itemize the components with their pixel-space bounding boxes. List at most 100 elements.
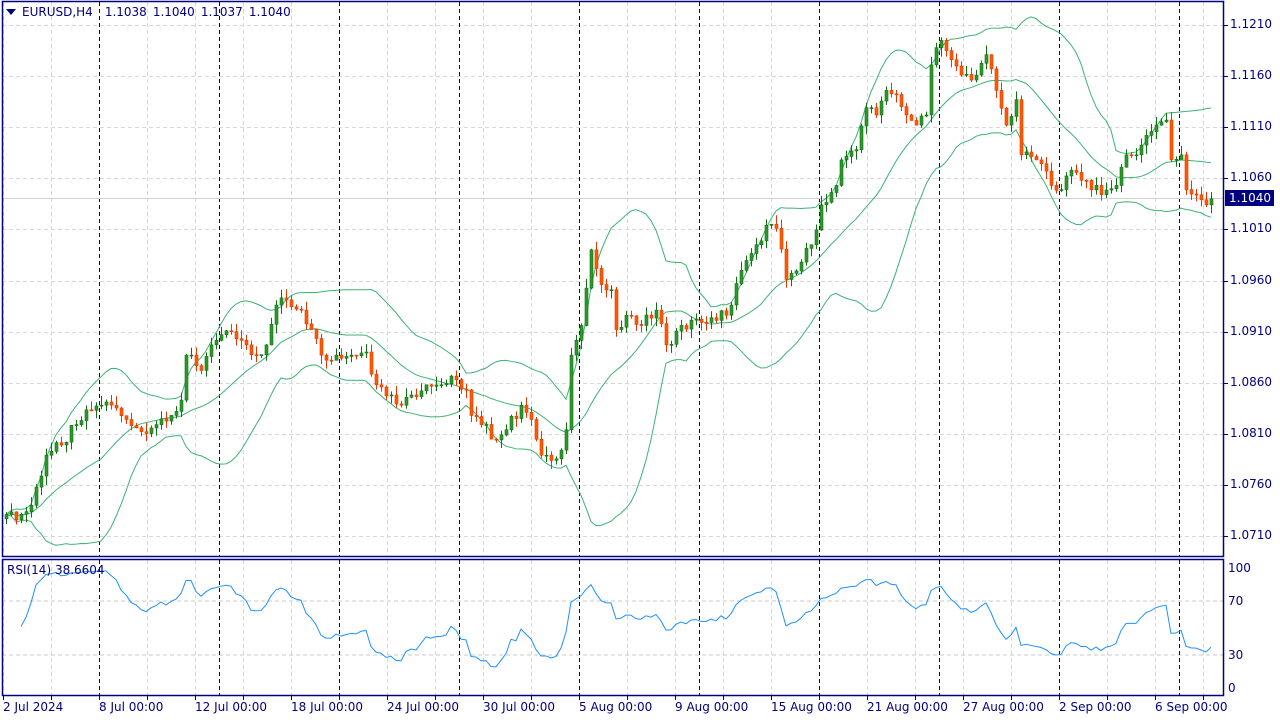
bull-candle (739, 261, 744, 286)
candle-body (934, 47, 939, 66)
candle-body (499, 434, 504, 441)
bull-candle (1024, 146, 1029, 160)
candle-body (834, 185, 839, 193)
candle-body (249, 344, 254, 356)
bull-candle (209, 337, 214, 363)
candle-body (664, 323, 669, 346)
candle-body (919, 115, 924, 126)
bear-candle (244, 334, 249, 350)
candle-body (1129, 154, 1134, 157)
candle-body (534, 419, 539, 440)
candle-body (1149, 131, 1154, 136)
candle-body (954, 59, 959, 67)
candle-body (584, 287, 589, 326)
bull-candle (214, 333, 219, 350)
bear-candle (1099, 176, 1104, 201)
candle-body (414, 394, 419, 397)
candle-body (1159, 121, 1164, 126)
candle-body (1124, 154, 1129, 168)
bear-candle (414, 388, 419, 400)
candle-body (474, 415, 479, 417)
candle-body (489, 424, 494, 440)
candle-body (639, 324, 644, 326)
candle-body (134, 425, 139, 429)
candle-body (254, 354, 259, 357)
candle-body (364, 351, 369, 354)
price-axis-label: 1.0860 (1230, 374, 1272, 389)
candle-body (759, 240, 764, 246)
candle-body (1169, 119, 1174, 161)
candle-body (384, 386, 389, 397)
bull-candle (554, 456, 559, 465)
bull-candle (919, 113, 924, 128)
bear-candle (699, 315, 704, 331)
candle-body (209, 344, 214, 357)
time-axis-label: 24 Jul 00:00 (387, 700, 459, 714)
candle-body (214, 340, 219, 346)
candle-body (894, 93, 899, 96)
candle-body (614, 289, 619, 330)
bull-candle (1109, 180, 1114, 194)
bear-candle (399, 400, 404, 408)
bull-candle (54, 440, 59, 454)
candle-body (394, 394, 399, 405)
time-axis-label: 6 Sep 00:00 (1155, 700, 1228, 714)
dropdown-triangle-icon[interactable] (6, 9, 16, 15)
candle-body (524, 404, 529, 413)
bear-candle (489, 417, 494, 440)
bear-candle (119, 406, 124, 423)
time-axis-label: 12 Jul 00:00 (195, 700, 267, 714)
bull-candle (64, 441, 69, 453)
bull-candle (624, 310, 629, 333)
rsi-axis-label: 100 (1228, 561, 1251, 575)
candle-body (544, 454, 549, 457)
candle-body (44, 454, 49, 477)
bull-candle (104, 399, 109, 411)
bull-candle (804, 242, 809, 266)
bear-candle (339, 348, 344, 361)
candle-body (64, 441, 69, 446)
bear-candle (704, 316, 709, 331)
bear-candle (779, 219, 784, 254)
candle-body (914, 120, 919, 126)
price-axis-label: 1.1010 (1230, 221, 1272, 236)
candle-body (789, 273, 794, 280)
bear-candle (134, 422, 139, 429)
bull-candle (419, 383, 424, 400)
ohlc-low: 1.1037 (200, 5, 243, 19)
bull-candle (979, 60, 984, 77)
candle-body (864, 107, 869, 127)
bull-candle (389, 391, 394, 404)
candle-body (274, 304, 279, 325)
bull-candle (1144, 129, 1149, 155)
bb-upper-line (5, 16, 1212, 515)
bear-candle (354, 354, 359, 360)
candle-body (1154, 124, 1159, 132)
time-axis-label: 27 Aug 00:00 (963, 700, 1044, 714)
candle-body (34, 486, 39, 506)
rsi-axis-label: 30 (1228, 648, 1244, 662)
candle-body (749, 253, 754, 261)
candle-body (89, 409, 94, 412)
price-axis-label: 1.0960 (1230, 272, 1272, 287)
bear-candle (994, 66, 999, 98)
rsi-pane-border (1, 558, 1225, 697)
bear-candle (294, 304, 299, 311)
candle-body (569, 354, 574, 431)
candle-body (1189, 189, 1194, 195)
candle-body (404, 396, 409, 406)
bull-candle (729, 301, 734, 321)
candle-body (594, 249, 599, 269)
bull-candle (79, 416, 84, 427)
chart-canvas[interactable] (0, 0, 1280, 720)
candle-body (49, 451, 54, 456)
price-axis-label: 1.1210 (1230, 17, 1272, 31)
candle-body (694, 318, 699, 321)
bear-candle (1169, 112, 1174, 163)
bull-candle (344, 351, 349, 364)
candle-body (879, 100, 884, 116)
candle-body (424, 384, 429, 392)
bull-candle (939, 37, 944, 57)
candle-body (339, 354, 344, 359)
bear-candle (324, 353, 329, 369)
